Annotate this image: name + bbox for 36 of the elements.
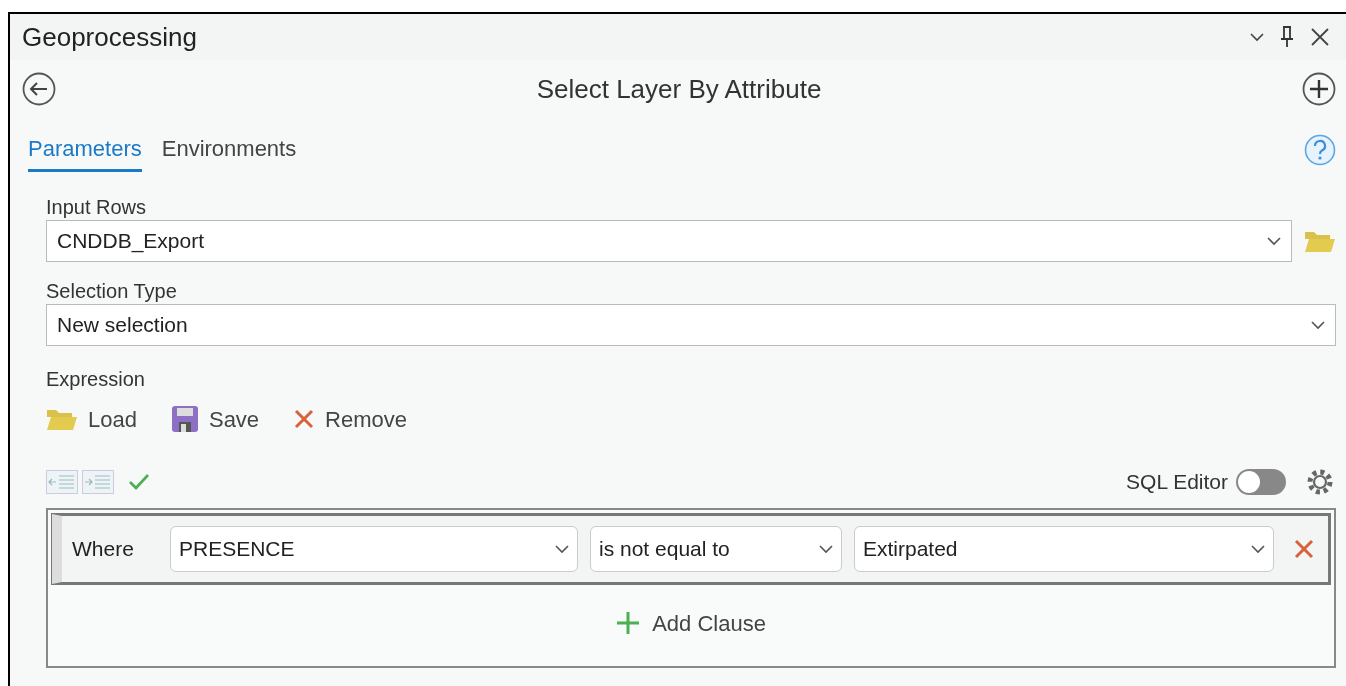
pin-icon[interactable]: [1280, 26, 1294, 48]
help-icon[interactable]: [1304, 134, 1336, 166]
add-clause-button[interactable]: Add Clause: [616, 606, 766, 640]
chevron-down-icon: [819, 544, 833, 554]
chevron-down-icon: [555, 544, 569, 554]
chevron-down-icon: [1267, 236, 1281, 246]
checkmark-icon[interactable]: [128, 473, 150, 491]
dropdown[interactable]: CNDDB_Export: [46, 220, 1292, 262]
field-label: Input Rows: [46, 195, 148, 220]
close-icon[interactable]: [1310, 27, 1330, 47]
toolbar-button[interactable]: Save: [170, 402, 260, 436]
tool-title: Select Layer By Attribute: [536, 72, 822, 106]
chevron-down-icon: [1311, 320, 1325, 330]
toolbar-button[interactable]: Remove: [293, 402, 408, 436]
panel-title: Geoprocessing: [22, 20, 197, 54]
dropdown[interactable]: PRESENCE: [170, 526, 578, 572]
where-keyword: Where: [72, 536, 135, 563]
field-label: Selection Type: [46, 279, 178, 304]
dropdown[interactable]: is not equal to: [590, 526, 842, 572]
tab[interactable]: Environments: [161, 132, 297, 172]
toggle-switch[interactable]: [1236, 469, 1286, 495]
section-label: Expression: [46, 367, 146, 392]
dropdown[interactable]: New selection: [46, 304, 1336, 346]
close-icon: [1294, 539, 1314, 559]
folder-icon: [46, 407, 78, 431]
remove-clause-button[interactable]: [1294, 539, 1314, 559]
dropdown[interactable]: Extirpated: [854, 526, 1274, 572]
folder-icon: [1304, 229, 1336, 253]
add-icon[interactable]: [1302, 72, 1336, 106]
plus-icon: [616, 611, 641, 635]
chevron-down-icon: [1251, 544, 1265, 554]
close-icon: [293, 408, 316, 430]
toggle-label: SQL Editor: [1126, 469, 1228, 496]
tab[interactable]: Parameters: [28, 132, 142, 172]
chevron-down-icon[interactable]: [1250, 32, 1264, 42]
toolbar-button[interactable]: Load: [46, 402, 137, 436]
